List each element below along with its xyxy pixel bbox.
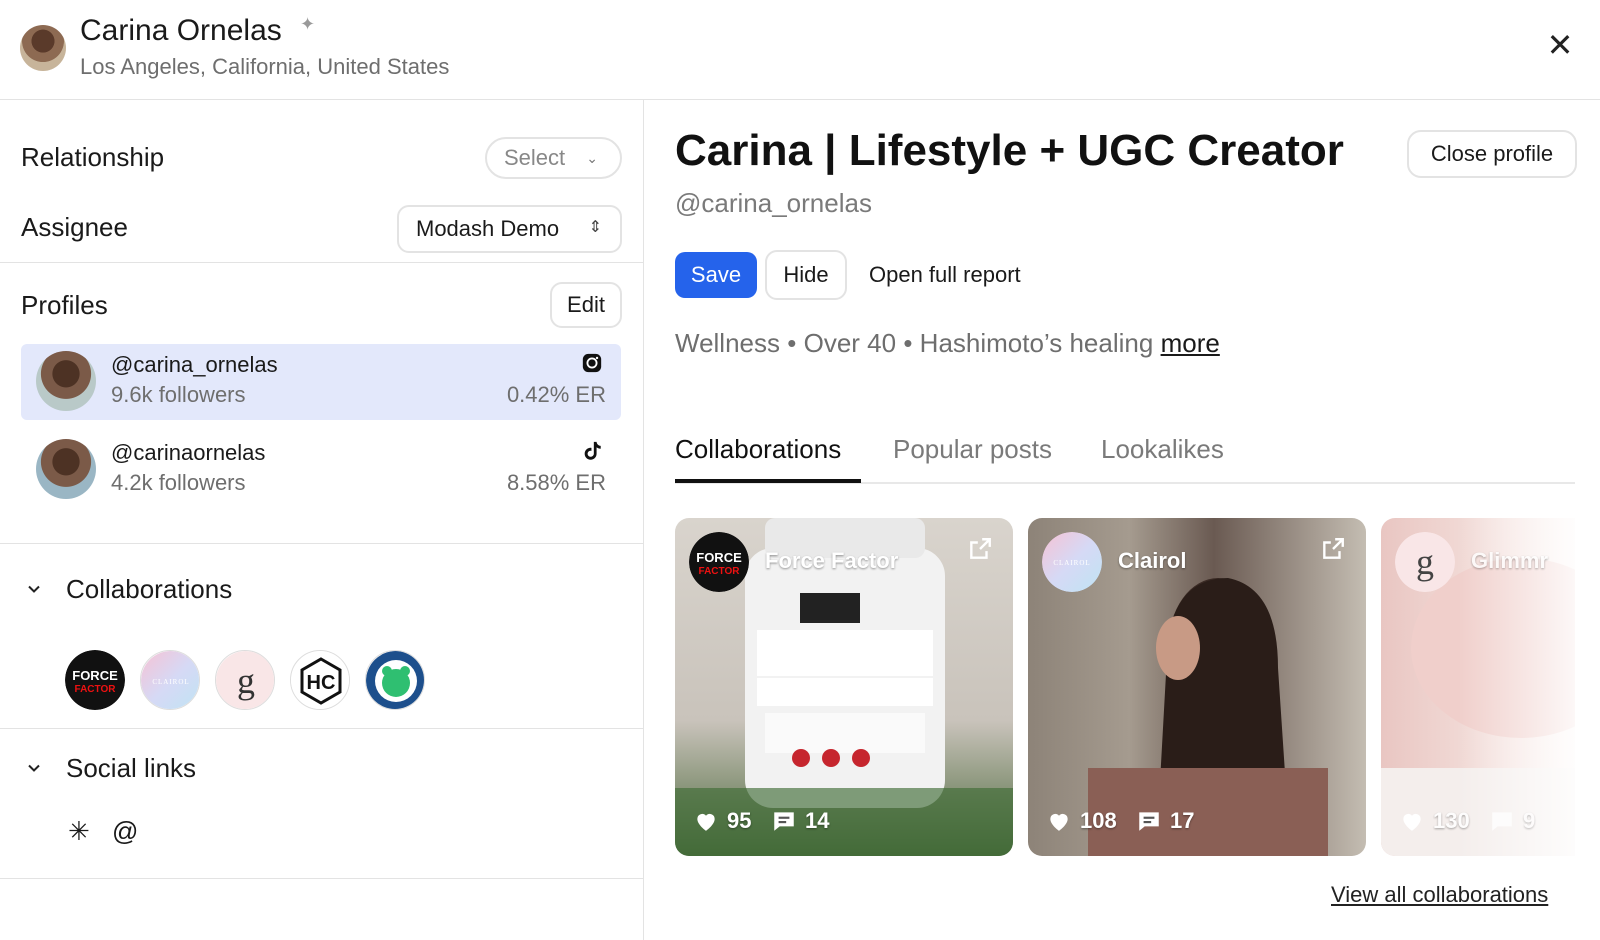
comments-count: 9 — [1523, 808, 1536, 833]
main-panel: Carina | Lifestyle + UGC Creator @carina… — [645, 100, 1600, 940]
divider — [0, 728, 644, 729]
close-profile-button[interactable]: Close profile — [1407, 130, 1577, 178]
tiktok-icon — [584, 441, 601, 460]
tag: Wellness — [675, 328, 781, 358]
comments-count: 17 — [1170, 808, 1195, 833]
collaboration-card[interactable]: FORCE FACTOR Force Factor 95 14 — [675, 518, 1013, 856]
hide-button[interactable]: Hide — [765, 250, 847, 300]
tag-separator: • — [903, 328, 913, 358]
force-factor-logo: FORCE FACTOR — [689, 532, 749, 592]
creator-name: Carina Ornelas — [80, 14, 282, 47]
threads-icon[interactable]: @ — [112, 816, 138, 847]
profile-er: 8.58% ER — [506, 470, 606, 495]
page-title: Carina | Lifestyle + UGC Creator — [675, 126, 1344, 175]
svg-text:FORCE: FORCE — [72, 668, 118, 683]
chevron-down-icon[interactable] — [26, 581, 42, 597]
avatar — [36, 439, 96, 499]
save-button[interactable]: Save — [675, 252, 757, 298]
sidebar: Relationship Select ⌄ Assignee Modash De… — [0, 100, 644, 940]
svg-text:CLAIROL: CLAIROL — [1053, 559, 1090, 567]
chevron-down-icon: ⌄ — [586, 150, 598, 166]
comment-icon — [1139, 812, 1159, 831]
likes-count: 130 — [1433, 808, 1470, 833]
tab-collaborations[interactable]: Collaborations — [675, 434, 841, 465]
heart-icon — [1050, 813, 1068, 831]
profile-handle: @carina_ornelas — [111, 352, 278, 377]
linktree-icon[interactable]: ✳ — [68, 816, 90, 847]
tag: Hashimoto’s healing — [919, 328, 1154, 358]
heart-icon — [697, 813, 715, 831]
creator-location: Los Angeles, California, United States — [80, 54, 450, 79]
sparkle-icon: ✦ — [300, 14, 316, 34]
comment-icon — [1492, 812, 1512, 831]
comments-count: 14 — [805, 808, 830, 833]
tab-lookalikes[interactable]: Lookalikes — [1101, 434, 1224, 465]
edit-profiles-button[interactable]: Edit — [550, 282, 622, 328]
profile-card-tiktok[interactable]: @carinaornelas 4.2k followers 8.58% ER — [21, 432, 621, 508]
chevron-down-icon[interactable] — [26, 760, 42, 776]
divider — [0, 543, 644, 544]
assignee-label: Assignee — [21, 212, 128, 242]
social-links-section-title[interactable]: Social links — [66, 753, 196, 784]
force-factor-logo[interactable]: FORCE FACTOR — [65, 650, 125, 710]
tag-separator: • — [787, 328, 797, 358]
relationship-label: Relationship — [21, 142, 165, 172]
likes-count: 95 — [727, 808, 752, 833]
svg-text:g: g — [237, 661, 255, 701]
svg-text:HC: HC — [307, 672, 336, 694]
collaborations-section-title[interactable]: Collaborations — [66, 574, 232, 605]
profiles-title: Profiles — [21, 290, 108, 320]
external-link-icon[interactable] — [1320, 536, 1346, 562]
svg-text:FACTOR: FACTOR — [699, 566, 741, 577]
clairol-logo: CLAIROL — [1042, 532, 1102, 592]
divider — [0, 262, 644, 263]
tag: Over 40 — [803, 328, 897, 358]
creator-username: @carina_ornelas — [675, 188, 872, 218]
heart-icon — [1403, 813, 1421, 831]
divider — [0, 878, 644, 879]
svg-text:g: g — [1416, 542, 1434, 582]
open-full-report-link[interactable]: Open full report — [869, 262, 1021, 288]
svg-text:FACTOR: FACTOR — [75, 684, 117, 695]
creator-tags: Wellness • Over 40 • Hashimoto’s healing… — [675, 328, 1220, 359]
content-tabs: Collaborations Popular posts Lookalikes — [675, 434, 1575, 484]
svg-text:CLAIROL: CLAIROL — [152, 678, 189, 686]
assignee-select[interactable]: Modash Demo ⇕ — [397, 205, 622, 253]
glimmr-logo: g — [1395, 532, 1455, 592]
active-tab-indicator — [675, 479, 861, 483]
clairol-logo[interactable]: CLAIROL — [140, 650, 200, 710]
chevron-updown-icon: ⇕ — [588, 219, 602, 236]
profile-followers: 9.6k followers — [111, 382, 246, 407]
relationship-select-value: Select — [504, 145, 566, 170]
view-all-collaborations-link[interactable]: View all collaborations — [1331, 882, 1548, 908]
card-brand-name: Force Factor — [765, 548, 899, 573]
hc-logo[interactable]: HC — [290, 650, 350, 710]
collaboration-card[interactable]: CLAIROL Clairol 108 17 — [1028, 518, 1366, 856]
profile-followers: 4.2k followers — [111, 470, 246, 495]
instagram-icon — [582, 353, 602, 373]
more-tags-link[interactable]: more — [1161, 328, 1220, 358]
relationship-select[interactable]: Select ⌄ — [485, 137, 622, 179]
profile-handle: @carinaornelas — [111, 440, 266, 465]
collaboration-card[interactable]: g Glimmr 130 9 — [1381, 518, 1575, 856]
card-brand-name: Clairol — [1118, 548, 1187, 573]
profile-er: 0.42% ER — [506, 382, 606, 407]
glimmr-logo[interactable]: g — [215, 650, 275, 710]
avatar — [20, 25, 66, 71]
avatar — [36, 351, 96, 411]
close-icon[interactable]: ✕ — [1545, 29, 1575, 61]
profile-card-instagram[interactable]: @carina_ornelas 9.6k followers 0.42% ER — [21, 344, 621, 420]
tab-popular-posts[interactable]: Popular posts — [893, 434, 1052, 465]
card-brand-name: Glimmr — [1471, 548, 1549, 573]
assignee-value: Modash Demo — [416, 216, 560, 241]
profile-header: Carina Ornelas ✦ Los Angeles, California… — [0, 0, 1600, 100]
svg-text:FORCE: FORCE — [696, 550, 742, 565]
comment-icon — [774, 812, 794, 831]
build-a-bear-logo[interactable] — [365, 650, 425, 710]
likes-count: 108 — [1080, 808, 1117, 833]
external-link-icon[interactable] — [967, 536, 993, 562]
